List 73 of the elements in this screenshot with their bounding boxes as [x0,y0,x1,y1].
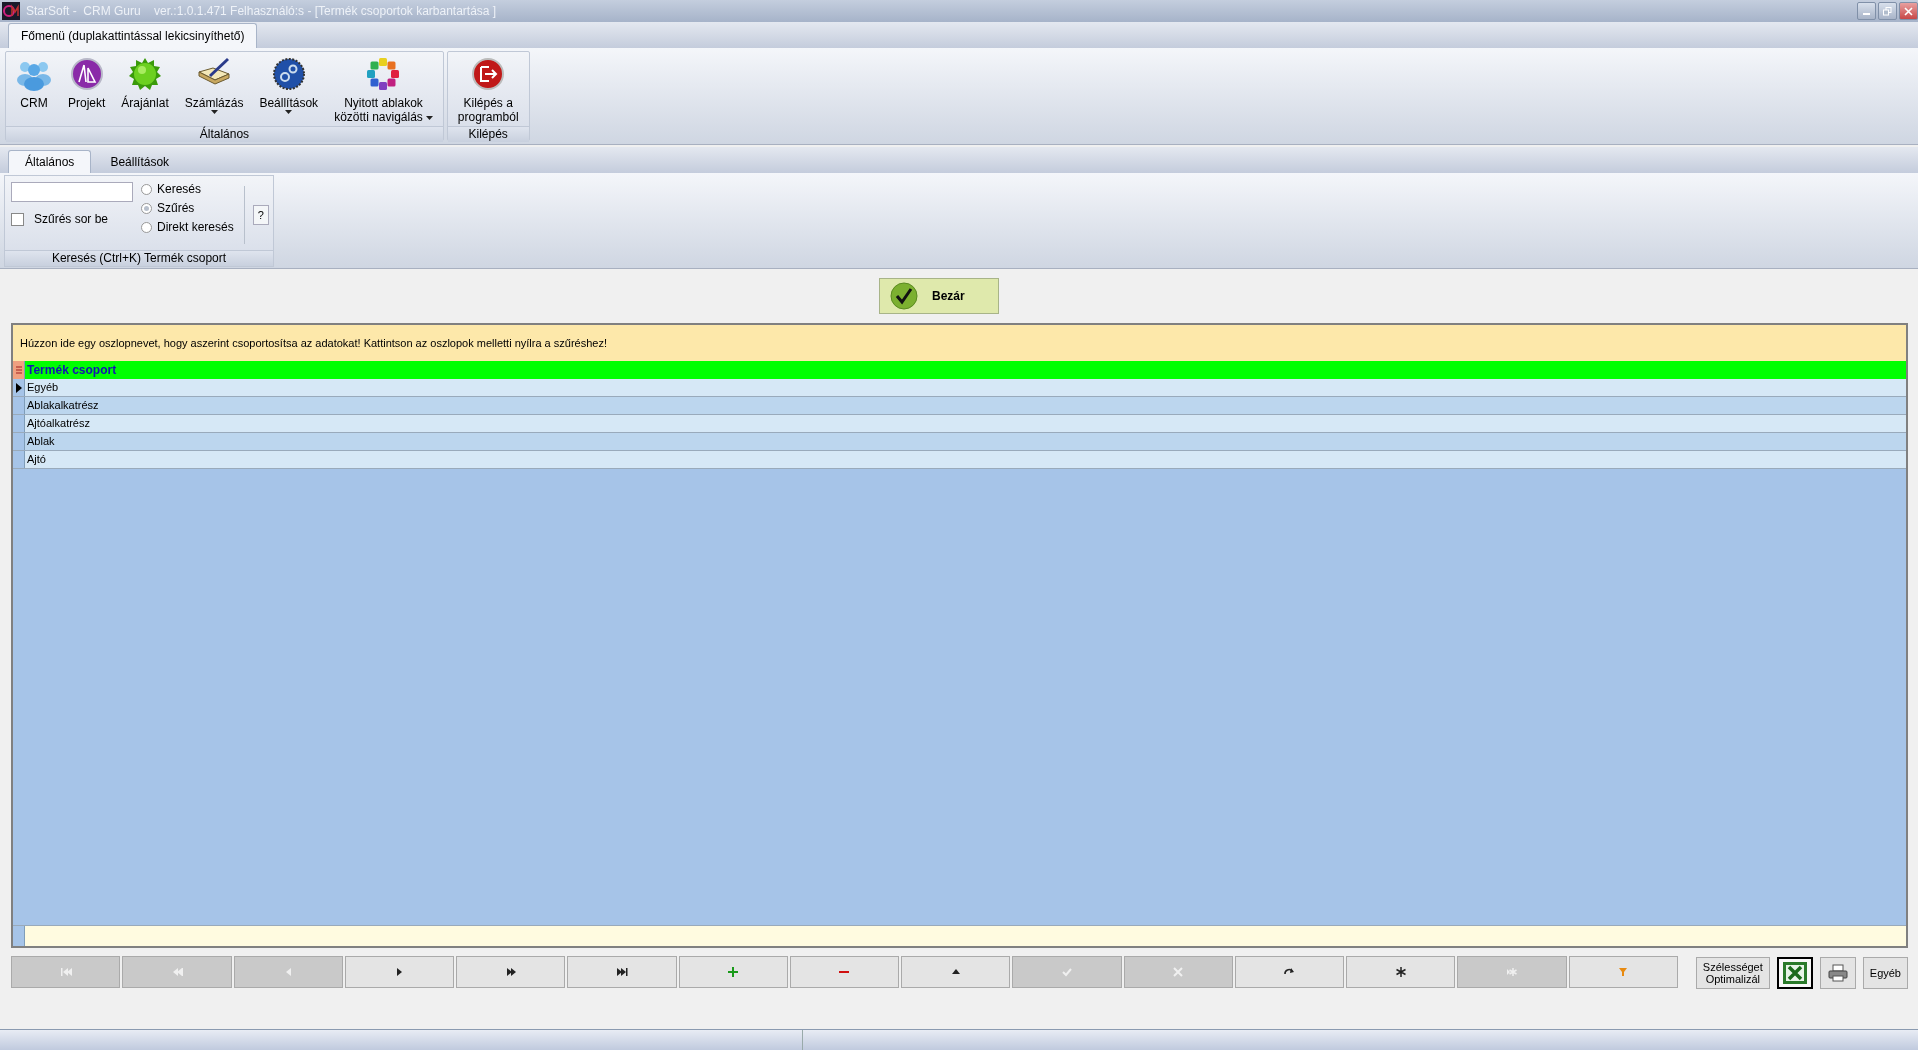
ribbon-button[interactable]: Számlázás [180,54,248,126]
action-button[interactable]: Egyéb [1862,957,1908,989]
plus-icon [727,966,740,978]
radio-button[interactable] [141,221,152,233]
table-cell-text: Ajtó [26,452,46,467]
navigator-button[interactable] [901,956,1011,988]
radio-button[interactable] [141,202,152,214]
group-hint: Húzzon ide egy oszlopnevet, hogy aszerint csoportosítsa az adatokat! Kattintson az oszlopok melletti nyílra a szűréshez! [20,337,607,349]
help-button[interactable]: ? [252,205,269,225]
color-ring-icon [365,56,402,92]
radio-button[interactable] [141,183,152,195]
table-cell-text: Egyéb [26,380,59,395]
checkbox-label: Szűrés sor be [34,212,109,226]
group-caption: Keresés (Ctrl+K) Termék csoport [5,250,273,266]
ribbon-button[interactable]: Kilépés a programból [453,54,523,126]
navigator-button[interactable] [789,956,899,988]
restore-icon [1883,6,1892,16]
compass-icon [68,56,105,92]
close-icon [1904,6,1913,16]
minimize-icon [1863,13,1870,15]
table-cell-text: Ablakalkatrész [26,398,99,413]
checkbox[interactable] [11,212,24,226]
ribbon-button[interactable]: Árajánlat [117,54,173,126]
tab[interactable]: Beállítások [93,150,187,173]
navigator-button[interactable] [456,956,566,988]
close-button[interactable]: Bezár [879,278,999,314]
x-icon [1172,966,1185,978]
ribbon-button[interactable]: Beállítások [255,54,323,126]
gears-icon [270,56,307,92]
ribbon-tab[interactable]: Főmenü (duplakattintással lekicsinyíthető) [8,23,258,48]
group-caption: Kilépés [447,126,529,142]
search-field[interactable] [11,182,133,202]
close-button[interactable] [1899,2,1918,20]
navigator-button[interactable] [1568,956,1678,988]
table-cell-text: Ajtóalkatrész [26,416,90,431]
check-icon [890,282,918,310]
navigator-button[interactable] [344,956,454,988]
printer-icon [1827,964,1848,982]
radio-label: Keresés [157,182,202,196]
filter-row[interactable] [13,925,1906,946]
double-right-icon [504,966,517,978]
asterisk-arrow-icon [1505,966,1518,978]
row-indicator[interactable] [13,379,25,396]
row-pointer-icon [15,382,22,393]
navigator-button[interactable] [678,956,788,988]
exit-icon [470,56,507,92]
ribbon-button[interactable]: Projekt [64,54,110,126]
funnel-icon [1617,966,1630,978]
asterisk-icon [1394,966,1407,978]
window-title: StarSoft - CRM Guru ver.:1.0.1.471 Felhasználó:s - [Termék csoportok karbantartása ] [26,4,498,18]
ribbon-button[interactable]: CRM [12,54,56,126]
spreadsheet-icon [1781,961,1808,985]
app-logo-icon [2,2,20,20]
first-record-icon [59,966,72,978]
radio-label: Direkt keresés [157,220,234,234]
excel-button[interactable] [1776,957,1813,989]
tab[interactable]: Általános [8,150,92,173]
check-icon [1060,966,1073,978]
print-button[interactable] [1819,957,1856,989]
navigator-button[interactable] [567,956,677,988]
navigator-button[interactable] [1346,956,1456,988]
list-icon [14,365,23,375]
navigator-button[interactable] [1234,956,1344,988]
last-record-icon [615,966,628,978]
column-header[interactable]: Termék csoport [25,361,117,379]
action-button[interactable]: Szélességet Optimalizál [1695,957,1770,989]
radio-label: Szűrés [157,201,195,215]
starburst-icon [127,56,164,92]
minimize-button[interactable] [1857,2,1876,20]
restore-button[interactable] [1878,2,1897,20]
ribbon-button[interactable]: Nyitott ablakok közötti navigálás [330,54,437,126]
group-caption: Általános [6,126,443,142]
table-cell-text: Ablak [26,434,55,449]
